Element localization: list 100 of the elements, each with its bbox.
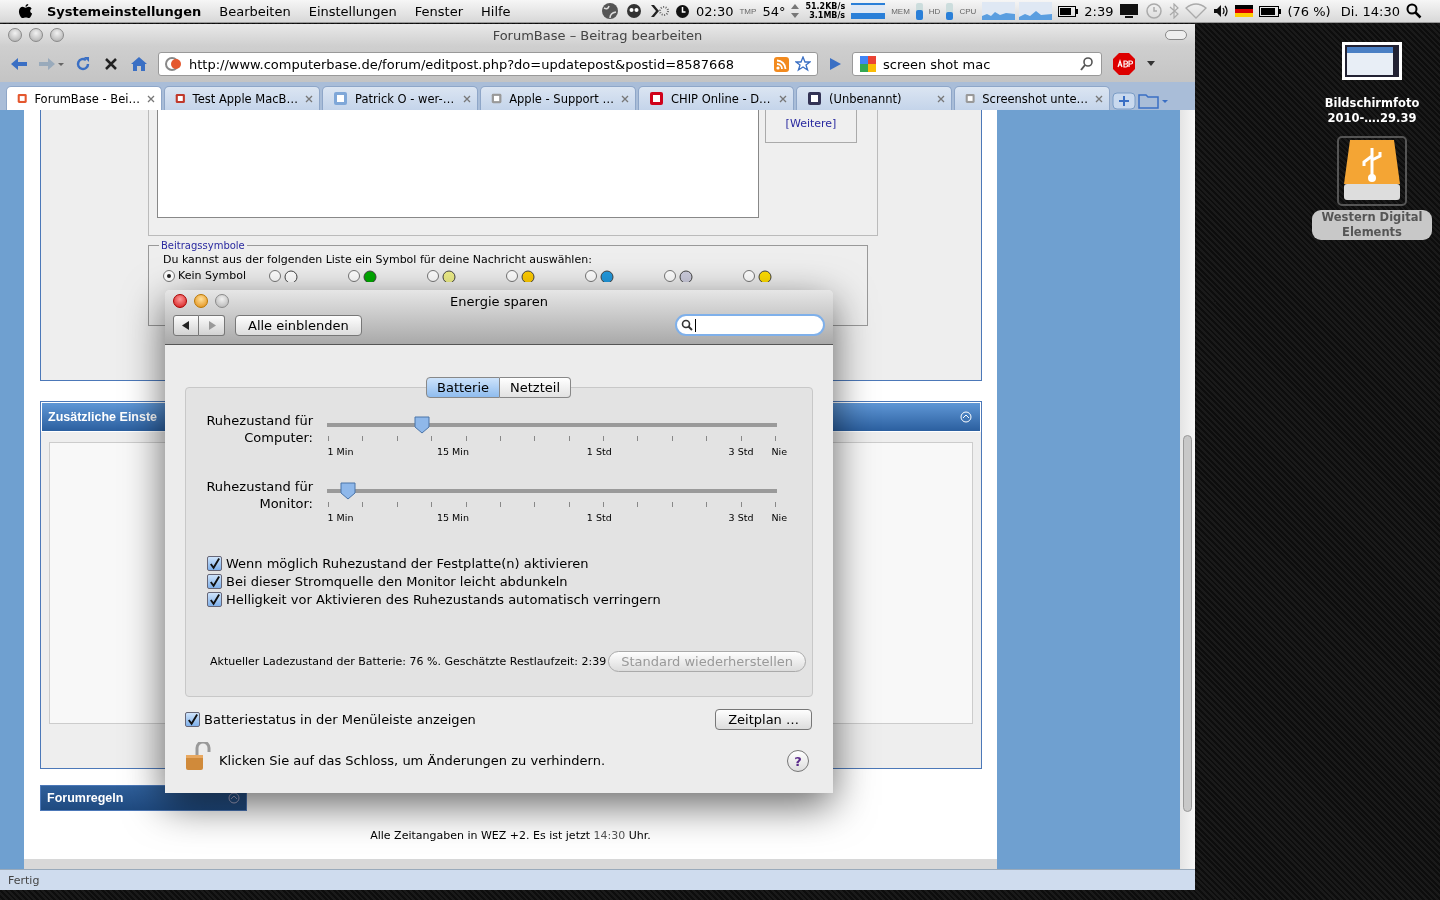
apple-icon[interactable] [18, 2, 33, 20]
screenshot-thumbnail[interactable] [1342, 42, 1402, 80]
clock-icon[interactable] [1145, 2, 1164, 20]
home-icon[interactable] [130, 55, 148, 73]
memory-bar-icon [915, 2, 923, 20]
checkbox[interactable] [207, 556, 222, 571]
fieldset-legend: Beitragssymbole [159, 240, 247, 251]
checkbox[interactable] [207, 592, 222, 607]
radio-button[interactable] [348, 269, 360, 282]
play-icon[interactable] [828, 57, 842, 71]
status-text: Fertig [8, 873, 40, 887]
browser-tab[interactable]: Test Apple MacB… [164, 86, 320, 110]
padlock-icon[interactable] [185, 742, 211, 772]
search-field[interactable]: screen shot mac [852, 52, 1102, 76]
scroll-bar[interactable] [1180, 110, 1195, 869]
close-tab-icon[interactable] [621, 94, 629, 103]
help-button[interactable]: ? [787, 750, 809, 772]
collapse-icon[interactable] [228, 792, 240, 804]
slider-thumb[interactable] [340, 482, 357, 500]
battery-info: Aktueller Ladezustand der Batterie: 76 %. Geschätzte Restlaufzeit: 2:39 [210, 655, 607, 668]
battery-icon[interactable] [1058, 5, 1079, 17]
checkbox[interactable] [185, 712, 200, 727]
folder-icon[interactable] [1138, 92, 1168, 110]
radio-button[interactable] [506, 269, 518, 282]
volume-icon[interactable] [1213, 4, 1230, 18]
wifi-icon[interactable] [1185, 3, 1208, 19]
slider-thumb[interactable] [413, 416, 430, 434]
address-field[interactable]: http://www.computerbase.de/forum/editpost.php?do=updatepost&postid=8587668 [158, 52, 818, 76]
browser-tab[interactable]: ForumBase - Bei… [6, 86, 162, 110]
sensor-label: TMP [739, 6, 757, 16]
minimize-button[interactable] [194, 294, 208, 308]
browser-tab[interactable]: Patrick O - wer-… [322, 86, 478, 110]
show-all-button[interactable]: Alle einblenden [235, 314, 362, 336]
flag-icon[interactable] [1235, 5, 1254, 17]
close-tab-icon[interactable] [305, 94, 313, 103]
search-icon[interactable] [1079, 56, 1095, 72]
checkbox[interactable] [207, 574, 222, 589]
radio-button[interactable] [163, 269, 175, 282]
browser-tab[interactable]: CHIP Online - D… [638, 86, 794, 110]
timer-text[interactable]: 02:30 [696, 3, 734, 19]
menu-item[interactable]: Hilfe [481, 3, 511, 19]
schedule-button[interactable]: Zeitplan … [715, 709, 812, 730]
message-field[interactable] [157, 110, 759, 218]
radio-button[interactable] [585, 269, 597, 282]
back-button[interactable] [173, 314, 199, 336]
search-icon[interactable] [1406, 3, 1422, 19]
radio-label: Kein Symbol [178, 269, 246, 282]
close-tab-icon[interactable] [937, 94, 945, 103]
menu-item[interactable]: Einstellungen [308, 3, 397, 19]
close-button[interactable] [173, 294, 187, 308]
battery-percent[interactable]: (76 %) [1287, 3, 1331, 19]
minimize-button[interactable] [29, 28, 43, 42]
display-icon[interactable] [1119, 3, 1140, 19]
close-tab-icon[interactable] [779, 94, 787, 103]
file-name[interactable]: Bildschirmfoto 2010-….29.39 [1324, 96, 1420, 126]
search-field[interactable] [675, 314, 825, 336]
menu-item[interactable]: Bearbeiten [219, 3, 291, 19]
tick-label: 1 Std [586, 446, 612, 457]
menu-clock[interactable]: Di. 14:30 [1340, 3, 1400, 19]
favicon-icon [965, 91, 976, 106]
stop-sign-icon[interactable] [1112, 52, 1136, 76]
drive-name[interactable]: Western Digital Elements [1311, 210, 1433, 240]
forward-button[interactable] [199, 314, 225, 336]
browser-tab[interactable]: (Unbenannt) [796, 86, 952, 110]
browser-tab[interactable]: Apple - Support … [480, 86, 636, 110]
temperature-text[interactable]: 54° [762, 3, 786, 19]
close-tab-icon[interactable] [147, 94, 155, 103]
zoom-button[interactable] [50, 28, 64, 42]
menu-item[interactable]: Fenster [414, 3, 464, 19]
segment-tab[interactable]: Netzteil [500, 377, 571, 398]
horizontal-scroll-bar[interactable] [24, 859, 997, 869]
stopwatch-icon[interactable] [675, 3, 690, 19]
rss-icon[interactable] [774, 56, 789, 72]
battery-icon[interactable] [1259, 5, 1282, 17]
close-button[interactable] [8, 28, 22, 42]
reload-icon[interactable] [74, 55, 92, 73]
robot-icon[interactable] [625, 2, 643, 20]
battery-time[interactable]: 2:39 [1084, 3, 1114, 19]
segment-tab[interactable]: Batterie [426, 377, 501, 398]
radio-button[interactable] [427, 269, 439, 282]
radio-button[interactable] [269, 269, 281, 282]
post-symbol-icon [679, 269, 693, 282]
bluetooth-icon[interactable] [1169, 3, 1180, 19]
back-icon[interactable] [10, 56, 28, 72]
caret-icon[interactable] [1146, 60, 1156, 68]
chevron-icon[interactable] [649, 4, 669, 18]
browser-tab[interactable]: Screenshot unte… [954, 86, 1110, 110]
close-tab-icon[interactable] [1095, 94, 1103, 103]
globe-icon[interactable] [601, 2, 619, 20]
star-icon[interactable] [795, 56, 811, 72]
zoom-button[interactable] [215, 294, 229, 308]
search-engine-icon [859, 55, 877, 73]
new-tab-icon[interactable] [1112, 92, 1136, 110]
window-title: Energie sparen [450, 293, 548, 309]
menu-item[interactable]: Systemeinstellungen [47, 3, 202, 19]
radio-button[interactable] [743, 269, 755, 282]
close-tab-icon[interactable] [463, 94, 471, 103]
radio-button[interactable] [664, 269, 676, 282]
checkbox-label: Wenn möglich Ruhezustand der Festplatte(n) aktivieren [226, 556, 589, 571]
toolbar-toggle-button[interactable] [1165, 30, 1187, 40]
